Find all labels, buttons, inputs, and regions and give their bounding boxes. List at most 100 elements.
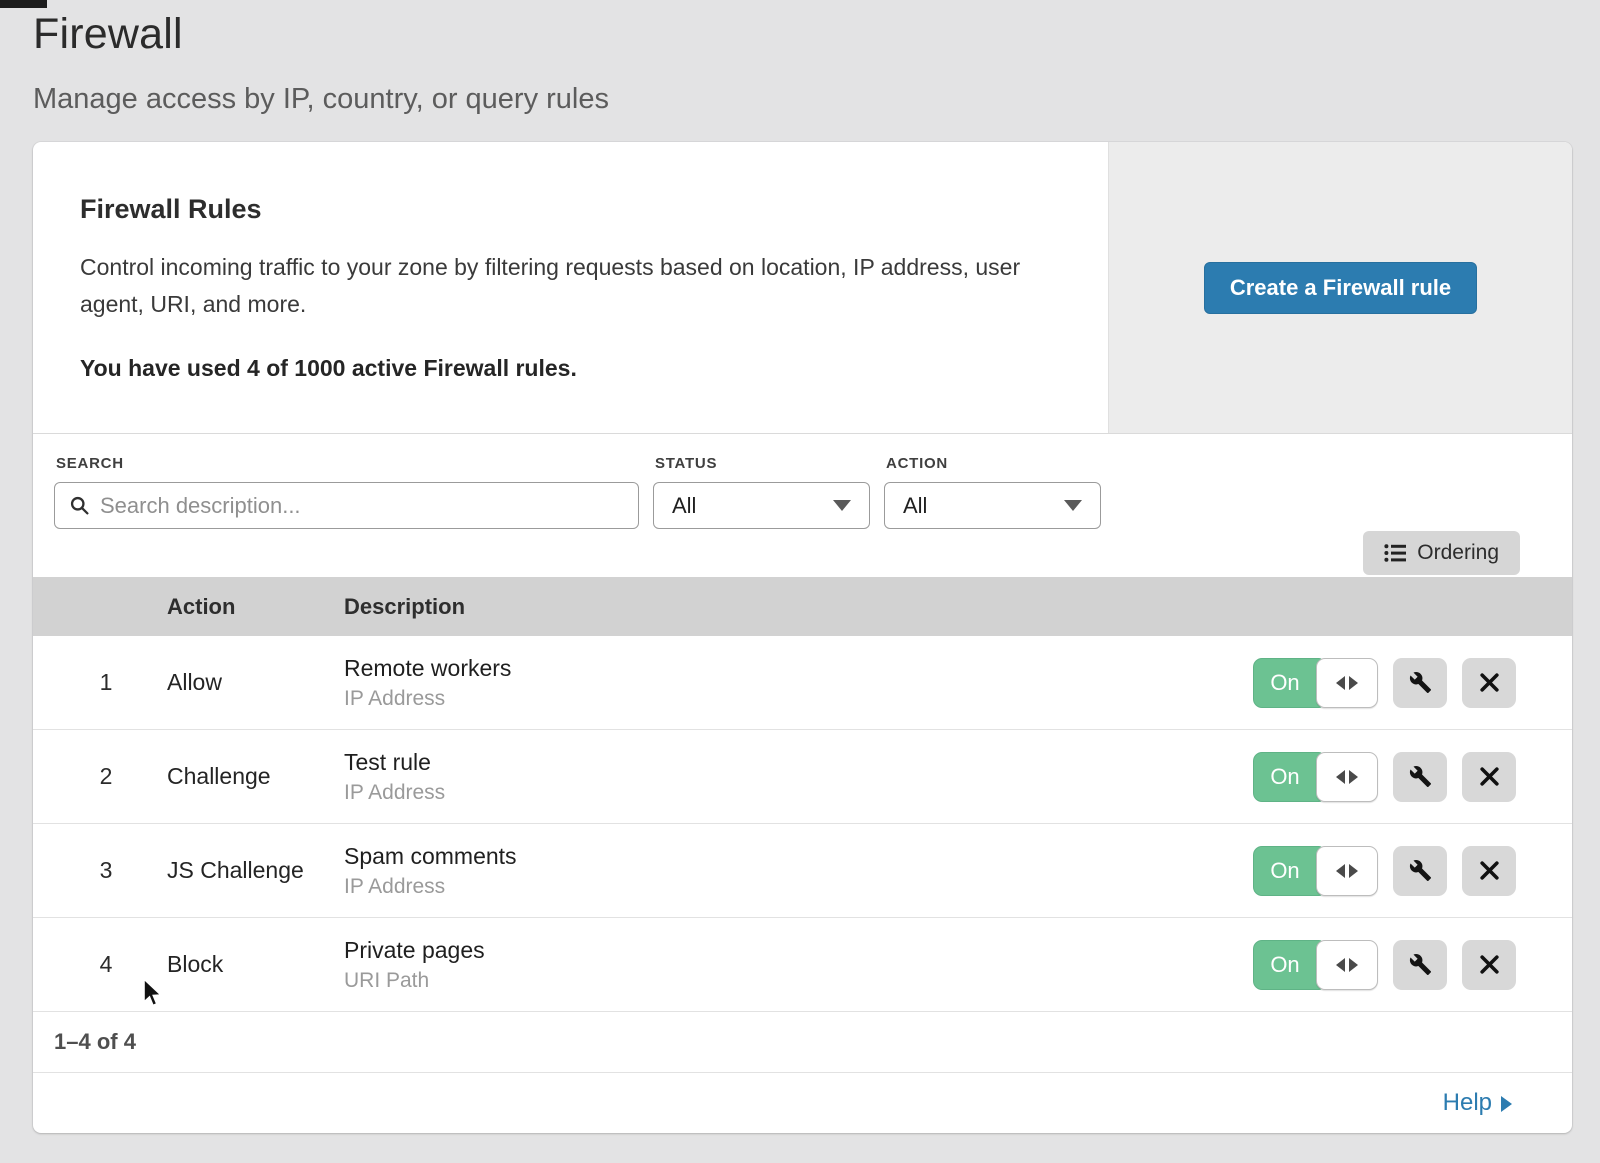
rule-match-type: URI Path [344, 969, 1253, 993]
page-subtitle: Manage access by IP, country, or query r… [33, 83, 1600, 116]
table-header: Action Description [33, 577, 1572, 636]
table-row: 2 Challenge Test rule IP Address On [33, 730, 1572, 824]
rule-action: Challenge [167, 763, 344, 790]
toggle-knob[interactable] [1316, 846, 1378, 896]
rule-priority: 2 [33, 763, 167, 790]
toggle-on-label: On [1253, 752, 1323, 802]
help-link-label: Help [1443, 1089, 1492, 1117]
search-field: SEARCH [54, 455, 639, 529]
search-label: SEARCH [56, 455, 639, 472]
delete-rule-button[interactable] [1462, 752, 1516, 802]
rule-description: Private pages [344, 937, 1253, 964]
rule-controls: On [1253, 658, 1572, 708]
status-label: STATUS [655, 455, 870, 472]
rule-enabled-toggle[interactable]: On [1253, 846, 1378, 896]
rule-description: Remote workers [344, 655, 1253, 682]
search-input[interactable] [100, 493, 626, 519]
arrow-right-icon [1349, 676, 1358, 690]
chevron-down-icon [1064, 500, 1082, 511]
edit-rule-button[interactable] [1393, 658, 1447, 708]
table-row: 1 Allow Remote workers IP Address On [33, 636, 1572, 730]
rule-match-type: IP Address [344, 875, 1253, 899]
rule-priority: 4 [33, 951, 167, 978]
rule-match-type: IP Address [344, 781, 1253, 805]
card-footer: Help [33, 1073, 1572, 1133]
list-ordering-icon [1384, 543, 1406, 563]
search-icon [69, 495, 90, 516]
rule-action: JS Challenge [167, 857, 344, 884]
x-icon [1479, 860, 1500, 881]
arrow-left-icon [1336, 864, 1345, 878]
toggle-knob[interactable] [1316, 940, 1378, 990]
action-column-header: Action [167, 594, 344, 620]
pagination-bar: 1–4 of 4 [33, 1012, 1572, 1073]
toggle-on-label: On [1253, 846, 1323, 896]
help-link[interactable]: Help [1443, 1089, 1512, 1117]
arrow-left-icon [1336, 770, 1345, 784]
rule-controls: On [1253, 940, 1572, 990]
rule-priority: 1 [33, 669, 167, 696]
overview-usage: You have used 4 of 1000 active Firewall … [80, 355, 1068, 382]
overview-section: Firewall Rules Control incoming traffic … [33, 142, 1572, 434]
page-header: Firewall Manage access by IP, country, o… [0, 0, 1600, 116]
rule-description: Spam comments [344, 843, 1253, 870]
overview-description: Control incoming traffic to your zone by… [80, 249, 1030, 323]
description-column-header: Description [344, 594, 1572, 620]
rule-description: Test rule [344, 749, 1253, 776]
wrench-icon [1409, 671, 1432, 694]
overview-heading: Firewall Rules [80, 194, 1068, 225]
page-title: Firewall [33, 10, 1600, 59]
top-left-artifact [0, 0, 47, 8]
create-rule-panel: Create a Firewall rule [1108, 142, 1572, 433]
delete-rule-button[interactable] [1462, 846, 1516, 896]
arrow-right-icon [1349, 864, 1358, 878]
action-select[interactable]: All [884, 482, 1101, 529]
status-field: STATUS All [653, 455, 870, 529]
edit-rule-button[interactable] [1393, 752, 1447, 802]
x-icon [1479, 954, 1500, 975]
edit-rule-button[interactable] [1393, 940, 1447, 990]
action-field: ACTION All [884, 455, 1101, 529]
toggle-knob[interactable] [1316, 658, 1378, 708]
edit-rule-button[interactable] [1393, 846, 1447, 896]
table-row: 4 Block Private pages URI Path On [33, 918, 1572, 1012]
rule-controls: On [1253, 846, 1572, 896]
rule-enabled-toggle[interactable]: On [1253, 658, 1378, 708]
arrow-left-icon [1336, 958, 1345, 972]
arrow-right-icon [1349, 770, 1358, 784]
toggle-on-label: On [1253, 940, 1323, 990]
arrow-right-icon [1349, 958, 1358, 972]
rule-action: Allow [167, 669, 344, 696]
x-icon [1479, 766, 1500, 787]
status-select[interactable]: All [653, 482, 870, 529]
action-label: ACTION [886, 455, 1101, 472]
firewall-rules-card: Firewall Rules Control incoming traffic … [33, 142, 1572, 1133]
rule-match-type: IP Address [344, 687, 1253, 711]
toggle-knob[interactable] [1316, 752, 1378, 802]
rule-enabled-toggle[interactable]: On [1253, 752, 1378, 802]
rule-controls: On [1253, 752, 1572, 802]
overview-text: Firewall Rules Control incoming traffic … [33, 142, 1108, 433]
delete-rule-button[interactable] [1462, 658, 1516, 708]
rule-description-cell: Remote workers IP Address [344, 655, 1253, 711]
wrench-icon [1409, 859, 1432, 882]
rule-priority: 3 [33, 857, 167, 884]
ordering-button-label: Ordering [1417, 541, 1499, 565]
arrow-left-icon [1336, 676, 1345, 690]
rule-description-cell: Private pages URI Path [344, 937, 1253, 993]
status-selected-value: All [672, 493, 696, 519]
filters-bar: SEARCH STATUS All ACTION All [33, 434, 1572, 577]
rule-action: Block [167, 951, 344, 978]
delete-rule-button[interactable] [1462, 940, 1516, 990]
toggle-on-label: On [1253, 658, 1323, 708]
action-selected-value: All [903, 493, 927, 519]
search-box [54, 482, 639, 529]
x-icon [1479, 672, 1500, 693]
rule-description-cell: Spam comments IP Address [344, 843, 1253, 899]
pagination-range: 1–4 of 4 [54, 1029, 136, 1055]
wrench-icon [1409, 953, 1432, 976]
ordering-button[interactable]: Ordering [1363, 531, 1520, 575]
create-firewall-rule-button[interactable]: Create a Firewall rule [1204, 262, 1477, 314]
rule-enabled-toggle[interactable]: On [1253, 940, 1378, 990]
table-row: 3 JS Challenge Spam comments IP Address … [33, 824, 1572, 918]
